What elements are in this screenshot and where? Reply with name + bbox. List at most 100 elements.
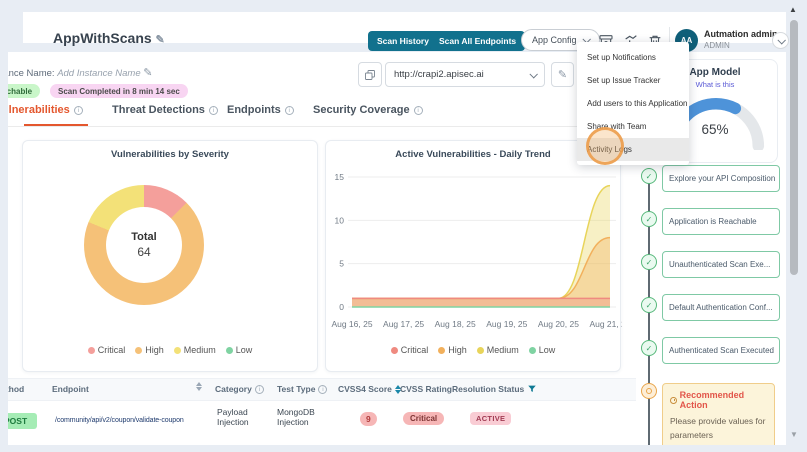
edit-url-button[interactable]: ✎ (551, 62, 574, 87)
clock-icon (670, 396, 677, 404)
tab-vulnerabilities[interactable]: Vulnerabilities (8, 104, 83, 116)
chart-title: Vulnerabilities by Severity (111, 149, 229, 160)
check-icon: ✓ (641, 254, 657, 270)
svg-text:Aug 17, 25: Aug 17, 25 (383, 319, 424, 329)
edit-instance-icon[interactable]: ✎ (143, 67, 152, 79)
severity-chart-card: Vulnerabilities by Severity Total 64 Cri… (22, 140, 318, 372)
legend-dot (390, 346, 398, 354)
col-test-type: Test Type (277, 384, 328, 394)
legend-item[interactable]: Medium (173, 345, 216, 355)
legend-item[interactable]: Critical (87, 345, 125, 355)
tabs-divider (8, 126, 633, 127)
legend-dot (135, 346, 143, 354)
reachable-badge: Reachable (8, 84, 41, 98)
checklist-item[interactable]: Explore your API Composition (662, 165, 780, 192)
info-icon (318, 384, 328, 394)
legend-dot (438, 346, 446, 354)
legend-item[interactable]: Low (225, 345, 252, 355)
pencil-icon: ✎ (557, 69, 568, 81)
recommended-action-body: Please provide values for parameters cou… (670, 416, 766, 445)
endpoint-link[interactable]: /community/api/v2/coupon/validate-coupon (55, 417, 184, 424)
col-category: Category (215, 384, 264, 394)
chevron-down-icon (529, 69, 538, 79)
recommended-action-card: Recommended Action Please provide values… (662, 383, 775, 445)
sort-endpoint-icon[interactable] (196, 382, 202, 391)
legend-dot (87, 346, 95, 354)
check-icon: ✓ (641, 297, 657, 313)
col-resolution-status: Resolution Status (452, 384, 537, 394)
severity-legend: Critical High Medium Low (23, 345, 317, 355)
legend-item[interactable]: Critical (390, 345, 428, 355)
svg-text:10: 10 (335, 215, 345, 225)
checklist-item[interactable]: Default Authentication Conf... (662, 294, 780, 321)
svg-text:Aug 19, 25: Aug 19, 25 (486, 319, 527, 329)
info-icon (413, 105, 423, 115)
pending-icon (641, 383, 657, 399)
test-type-cell: MongoDB Injection (277, 407, 315, 427)
checklist-item[interactable]: Application is Reachable (662, 208, 780, 235)
svg-text:Aug 20, 25: Aug 20, 25 (538, 319, 579, 329)
user-role: ADMIN (704, 41, 730, 50)
legend-item[interactable]: Low (528, 345, 555, 355)
legend-item[interactable]: High (438, 345, 467, 355)
info-icon (284, 105, 294, 115)
menu-item-issue-tracker[interactable]: Set up Issue Tracker (577, 69, 689, 92)
user-menu-button[interactable] (772, 32, 789, 49)
svg-text:Aug 16, 25: Aug 16, 25 (331, 319, 372, 329)
app-header: AppWithScans ✎ Scan History Scan All End… (23, 12, 789, 53)
check-icon: ✓ (641, 168, 657, 184)
legend-dot (476, 346, 484, 354)
filter-icon[interactable] (527, 384, 537, 394)
legend-dot (173, 346, 181, 354)
copy-url-button[interactable] (358, 62, 382, 87)
col-cvss-rating: CVSS Rating (400, 384, 452, 394)
donut-center: Total 64 (106, 207, 182, 283)
tab-endpoints[interactable]: Endpoints (227, 104, 294, 116)
method-badge: POST (8, 413, 38, 429)
rating-badge: Critical (403, 412, 445, 425)
instance-name-label: Instance Name: Add Instance Name ✎ (8, 67, 153, 79)
status-badge: ACTIVE (470, 412, 512, 425)
tab-security-coverage[interactable]: Security Coverage (313, 104, 423, 116)
app-url-select[interactable]: http://crapi2.apisec.ai (385, 62, 545, 87)
recommended-action-title: Recommended Action (670, 390, 767, 410)
edit-title-icon[interactable]: ✎ (156, 34, 165, 46)
legend-item[interactable]: Medium (476, 345, 519, 355)
chevron-down-icon (776, 35, 786, 45)
scroll-up-arrow[interactable]: ▲ (789, 5, 797, 14)
user-name: Autmation admin (704, 29, 778, 39)
menu-item-add-users[interactable]: Add users to this Application (577, 92, 689, 115)
legend-item[interactable]: High (135, 345, 164, 355)
instance-name-placeholder[interactable]: Add Instance Name (57, 68, 140, 79)
checklist-item[interactable]: Unauthenticated Scan Exe... (662, 251, 780, 278)
col-cvss4-score: CVSS4 Score (338, 384, 401, 394)
scan-completed-badge: Scan Completed in 8 min 14 sec (50, 84, 188, 98)
trend-area-chart: 0 5 10 15 Aug 16, 25 Aug 17, 25 Aug 18, 25 Aug … (331, 172, 622, 329)
scrollbar-thumb[interactable] (790, 20, 798, 275)
category-cell: Payload Injection (217, 407, 249, 427)
legend-dot (528, 346, 536, 354)
trend-chart-card: Active Vulnerabilities - Daily Trend 0 5 1… (325, 140, 622, 372)
scan-history-button[interactable]: Scan History (368, 31, 438, 51)
info-icon (73, 105, 83, 115)
check-icon: ✓ (641, 211, 657, 227)
score-badge: 9 (360, 412, 377, 426)
info-icon (208, 105, 218, 115)
col-endpoint: Endpoint (52, 384, 89, 394)
checklist-item[interactable]: Authenticated Scan Executed (662, 337, 780, 364)
menu-item-notifications[interactable]: Set up Notifications (577, 46, 689, 69)
trend-legend: Critical High Medium Low (326, 345, 620, 355)
scroll-down-arrow[interactable]: ▼ (790, 430, 798, 439)
scan-all-endpoints-button[interactable]: Scan All Endpoints (430, 31, 526, 51)
col-method: Method (8, 384, 25, 394)
copy-icon (365, 69, 375, 80)
svg-text:Aug 18, 25: Aug 18, 25 (435, 319, 476, 329)
page-title: AppWithScans ✎ (53, 30, 165, 46)
chart-title: Active Vulnerabilities - Daily Trend (395, 149, 551, 160)
svg-text:Aug 21, 25: Aug 21, 25 (589, 319, 622, 329)
info-icon (254, 384, 264, 394)
annotation-circle (586, 127, 624, 165)
tab-threat-detections[interactable]: Threat Detections (112, 104, 218, 116)
svg-text:5: 5 (339, 259, 344, 269)
check-icon: ✓ (641, 340, 657, 356)
